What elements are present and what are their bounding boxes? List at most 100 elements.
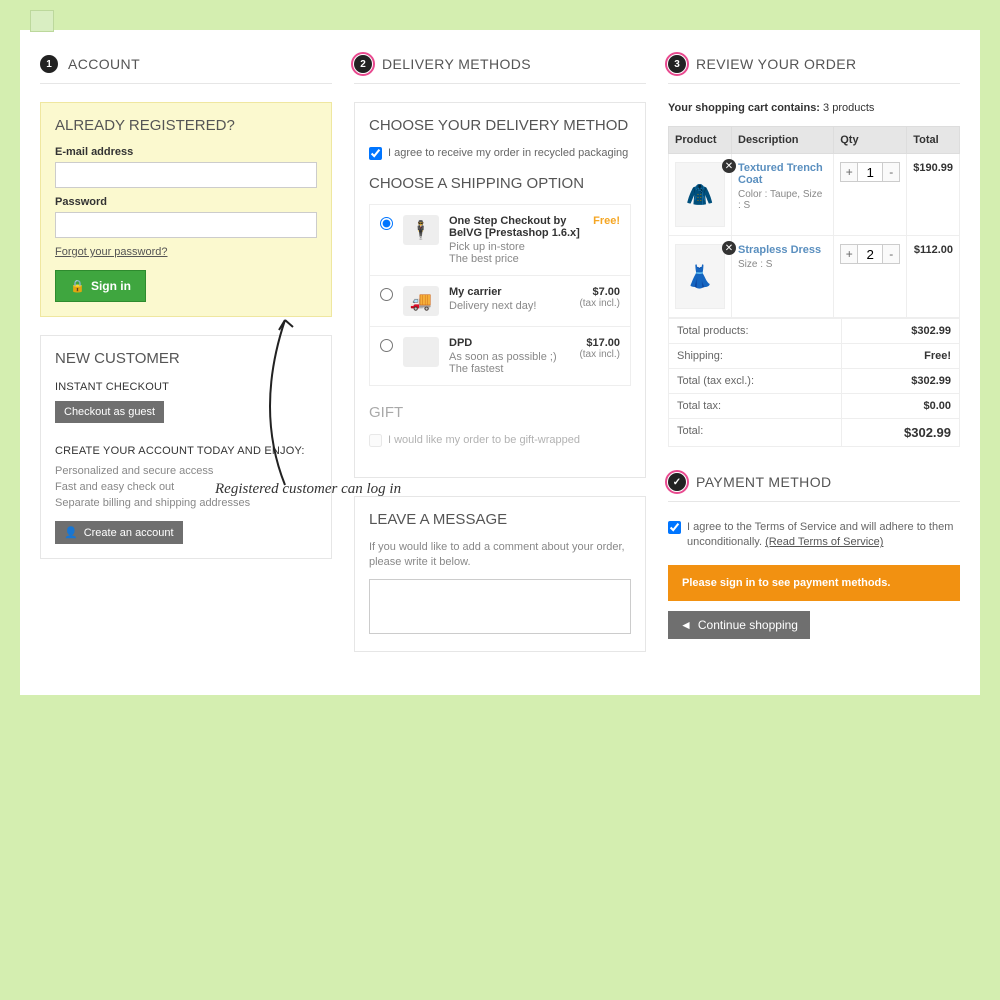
create-account-label: Create an account <box>84 527 174 539</box>
remove-icon[interactable]: ✕ <box>722 159 736 173</box>
cart-table: Product Description Qty Total 🧥✕ Textured… <box>668 126 960 318</box>
continue-label: Continue shopping <box>698 618 798 632</box>
review-title: REVIEW YOUR ORDER <box>696 56 857 72</box>
th-qty: Qty <box>834 127 907 154</box>
create-account-heading: CREATE YOUR ACCOUNT TODAY AND ENJOY: <box>55 445 317 457</box>
new-customer-box: NEW CUSTOMER INSTANT CHECKOUT Checkout a… <box>40 335 332 559</box>
grand-total-value: $302.99 <box>842 419 960 447</box>
continue-shopping-button[interactable]: ◄ Continue shopping <box>668 611 810 639</box>
shipping-note: As soon as possible ;) <box>449 351 569 363</box>
benefit-1: Personalized and secure access <box>55 465 317 477</box>
table-row: 🧥✕ Textured Trench Coat Color : Taupe, Siz… <box>669 154 960 236</box>
product-name[interactable]: Textured Trench Coat <box>738 162 827 186</box>
payment-header: ✓ PAYMENT METHOD <box>668 473 960 502</box>
recycled-checkbox[interactable] <box>369 147 382 160</box>
qty-plus-button[interactable]: + <box>840 244 858 264</box>
cart-intro-b: 3 products <box>823 102 874 114</box>
message-textarea[interactable] <box>369 579 631 634</box>
th-total: Total <box>907 127 960 154</box>
login-heading: ALREADY REGISTERED? <box>55 117 317 134</box>
line-total: $112.00 <box>907 236 960 318</box>
message-hint: If you would like to add a comment about… <box>369 540 631 571</box>
remove-icon[interactable]: ✕ <box>722 241 736 255</box>
shipping-note: Delivery next day! <box>449 300 569 312</box>
totals-table: Total products:$302.99 Shipping:Free! To… <box>668 318 960 447</box>
shipping-radio[interactable] <box>380 339 393 352</box>
email-label: E-mail address <box>55 146 317 158</box>
shipping-option[interactable]: DPD As soon as possible ;)The fastest $17.… <box>370 327 630 385</box>
signin-button[interactable]: 🔒 Sign in <box>55 270 146 302</box>
lock-icon: 🔒 <box>70 279 85 293</box>
shipping-value: Free! <box>842 344 960 369</box>
message-heading: LEAVE A MESSAGE <box>369 511 631 528</box>
step-badge-payment: ✓ <box>668 473 686 491</box>
shipping-name: My carrier <box>449 286 569 298</box>
quantity-stepper: +- <box>840 162 900 182</box>
line-total: $190.99 <box>907 154 960 236</box>
shipping-name: DPD <box>449 337 569 349</box>
message-box: LEAVE A MESSAGE If you would like to add… <box>354 496 646 652</box>
instant-checkout-label: INSTANT CHECKOUT <box>55 381 317 393</box>
benefit-2: Fast and easy check out <box>55 481 317 493</box>
carrier-icon <box>403 337 439 367</box>
th-product: Product <box>669 127 732 154</box>
gift-checkbox[interactable] <box>369 434 382 447</box>
shipping-note: Pick up in-store <box>449 241 583 253</box>
signin-alert: Please sign in to see payment methods. <box>668 565 960 601</box>
shipping-option[interactable]: 🚚My carrierDelivery next day!$7.00(tax i… <box>370 276 630 327</box>
carrier-icon: 🕴️ <box>403 215 439 245</box>
tos-checkbox[interactable] <box>668 521 681 534</box>
total-excl-label: Total (tax excl.): <box>669 369 842 394</box>
forgot-password-link[interactable]: Forgot your password? <box>55 246 168 258</box>
qty-plus-button[interactable]: + <box>840 162 858 182</box>
create-account-button[interactable]: 👤 Create an account <box>55 521 183 544</box>
product-attr: Size : S <box>738 259 827 270</box>
th-desc: Description <box>732 127 834 154</box>
shipping-price: $17.00(tax incl.) <box>579 337 620 360</box>
shipping-note2: The fastest <box>449 363 569 375</box>
qty-input[interactable] <box>858 244 882 264</box>
tos-text: I agree to the Terms of Service and will… <box>687 520 960 551</box>
shipping-radio[interactable] <box>380 217 393 230</box>
checkout-guest-button[interactable]: Checkout as guest <box>55 401 164 423</box>
shipping-tax: (tax incl.) <box>579 298 620 309</box>
qty-minus-button[interactable]: - <box>882 244 900 264</box>
shipping-name: One Step Checkout by BelVG [Prestashop 1… <box>449 215 583 239</box>
step-badge-3: 3 <box>668 55 686 73</box>
gift-label: I would like my order to be gift-wrapped <box>388 433 580 448</box>
delivery-title: DELIVERY METHODS <box>382 56 531 72</box>
user-icon: 👤 <box>64 526 78 539</box>
shipping-label: Shipping: <box>669 344 842 369</box>
choose-method-heading: CHOOSE YOUR DELIVERY METHOD <box>369 117 631 134</box>
password-field[interactable] <box>55 212 317 238</box>
cart-intro: Your shopping cart contains: 3 products <box>668 102 960 114</box>
step-badge-1: 1 <box>40 55 58 73</box>
tos-link[interactable]: (Read Terms of Service) <box>765 535 883 550</box>
total-tax-value: $0.00 <box>842 394 960 419</box>
total-products-value: $302.99 <box>842 319 960 344</box>
shipping-price: $7.00(tax incl.) <box>579 286 620 309</box>
product-thumbnail: 👗✕ <box>675 244 725 309</box>
shipping-option[interactable]: 🕴️ One Step Checkout by BelVG [Prestashop… <box>370 205 630 276</box>
benefit-3: Separate billing and shipping addresses <box>55 497 317 509</box>
quantity-stepper: +- <box>840 244 900 264</box>
product-attr: Color : Taupe, Size : S <box>738 189 827 211</box>
qty-input[interactable] <box>858 162 882 182</box>
qty-minus-button[interactable]: - <box>882 162 900 182</box>
email-field[interactable] <box>55 162 317 188</box>
product-thumbnail: 🧥✕ <box>675 162 725 227</box>
product-name[interactable]: Strapless Dress <box>738 244 827 256</box>
cart-intro-a: Your shopping cart contains: <box>668 102 820 114</box>
shipping-radio[interactable] <box>380 288 393 301</box>
payment-title: PAYMENT METHOD <box>696 474 832 490</box>
total-excl-value: $302.99 <box>842 369 960 394</box>
chevron-left-icon: ◄ <box>680 618 692 632</box>
shipping-options: 🕴️ One Step Checkout by BelVG [Prestashop… <box>369 204 631 386</box>
total-tax-label: Total tax: <box>669 394 842 419</box>
shipping-note2: The best price <box>449 253 583 265</box>
choose-shipping-heading: CHOOSE A SHIPPING OPTION <box>369 175 631 192</box>
password-label: Password <box>55 196 317 208</box>
shipping-tax: (tax incl.) <box>579 349 620 360</box>
table-row: 👗✕Strapless DressSize : S+-$112.00 <box>669 236 960 318</box>
review-header: 3 REVIEW YOUR ORDER <box>668 55 960 84</box>
